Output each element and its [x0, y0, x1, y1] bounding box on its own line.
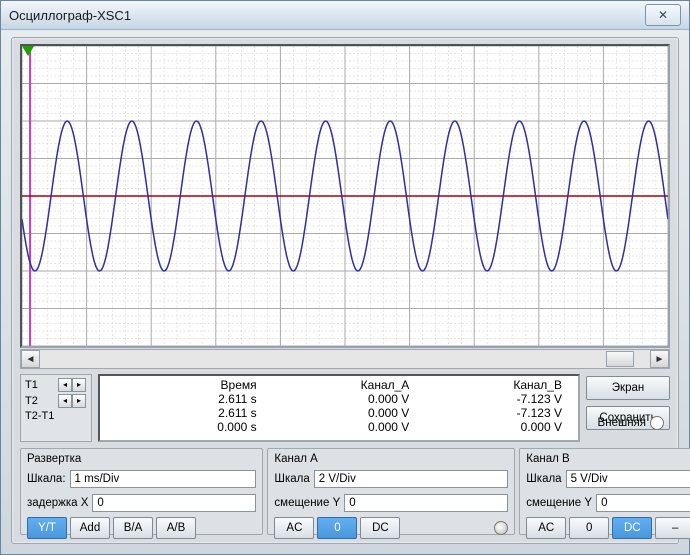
timebase-scale-label: Шкала:: [27, 473, 66, 485]
table-row: 2.611 s 0.000 V -7.123 V: [110, 406, 568, 420]
col-chB: Канал_B: [415, 378, 568, 392]
chan-a-probe-dial[interactable]: [494, 521, 508, 535]
cursor-dt-label: T2-T1: [25, 410, 55, 422]
col-chA: Канал_A: [263, 378, 416, 392]
t1-right-button[interactable]: ▸: [72, 378, 86, 392]
mode-yt-button[interactable]: Y/T: [27, 517, 67, 539]
radio-icon: [650, 416, 664, 430]
window-title: Осциллограф-XSC1: [9, 8, 645, 23]
chan-b-offset-input[interactable]: [596, 494, 690, 512]
mode-add-button[interactable]: Add: [70, 517, 110, 539]
horizontal-scrollbar[interactable]: ◄ ►: [20, 349, 670, 369]
oscilloscope-window: Осциллограф-XSC1 ✕ ◄ ► T1 ◂▸ T2 ◂: [0, 0, 690, 555]
table-header-row: Время Канал_A Канал_B: [110, 378, 568, 392]
channel-a-panel: Канал A Шкала смещение Y AC 0 DC: [267, 448, 515, 535]
chan-b-offset-label: смещение Y: [526, 497, 592, 509]
chan-a-offset-label: смещение Y: [274, 497, 340, 509]
timebase-delay-input[interactable]: [92, 494, 256, 512]
scroll-track[interactable]: [40, 351, 650, 367]
chan-b-invert-button[interactable]: –: [655, 517, 690, 539]
t2-left-button[interactable]: ◂: [58, 394, 72, 408]
chan-a-offset-input[interactable]: [344, 494, 508, 512]
cursor-t2-label: T2: [25, 395, 55, 407]
cursor-t1-label: T1: [25, 379, 55, 391]
chan-a-zero-button[interactable]: 0: [317, 517, 357, 539]
t1-left-button[interactable]: ◂: [58, 378, 72, 392]
scope-display[interactable]: [20, 44, 670, 348]
cursor-controls: T1 ◂▸ T2 ◂▸ T2-T1: [20, 374, 92, 442]
chan-b-scale-label: Шкала: [526, 473, 561, 485]
timebase-scale-input[interactable]: [70, 470, 257, 488]
chan-b-scale-input[interactable]: [566, 470, 690, 488]
t2-right-button[interactable]: ▸: [72, 394, 86, 408]
close-icon: ✕: [658, 8, 668, 22]
chan-a-title: Канал A: [274, 453, 508, 465]
chan-b-ac-button[interactable]: AC: [526, 517, 566, 539]
mode-ab-button[interactable]: A/B: [156, 517, 196, 539]
screen-button[interactable]: Экран: [586, 376, 670, 400]
chan-a-dc-button[interactable]: DC: [360, 517, 400, 539]
table-row: 2.611 s 0.000 V -7.123 V: [110, 392, 568, 406]
readout-area: T1 ◂▸ T2 ◂▸ T2-T1 Время Канал_A Канал_B: [20, 374, 670, 442]
measurement-table: Время Канал_A Канал_B 2.611 s 0.000 V -7…: [98, 374, 580, 442]
chan-b-title: Канал B: [526, 453, 690, 465]
scroll-left-button[interactable]: ◄: [21, 350, 40, 368]
chan-b-zero-button[interactable]: 0: [569, 517, 609, 539]
title-bar[interactable]: Осциллограф-XSC1 ✕: [1, 1, 689, 30]
timebase-panel: Развертка Шкала: задержка X Y/T Add B/A …: [20, 448, 263, 535]
mode-ba-button[interactable]: B/A: [113, 517, 153, 539]
chan-a-ac-button[interactable]: AC: [274, 517, 314, 539]
scroll-right-button[interactable]: ►: [650, 350, 669, 368]
external-trigger-option[interactable]: Внешняя: [598, 416, 664, 430]
chan-a-scale-input[interactable]: [314, 470, 509, 488]
scope-canvas: [22, 46, 668, 346]
external-label: Внешняя: [598, 417, 646, 429]
chan-b-dc-button[interactable]: DC: [612, 517, 652, 539]
control-panels: Развертка Шкала: задержка X Y/T Add B/A …: [20, 448, 670, 535]
close-button[interactable]: ✕: [645, 4, 681, 26]
side-buttons: Экран Сохранить: [586, 374, 670, 442]
col-time: Время: [110, 378, 263, 392]
instrument-panel: ◄ ► T1 ◂▸ T2 ◂▸ T2-T1: [11, 37, 679, 544]
timebase-title: Развертка: [27, 453, 256, 465]
timebase-delay-label: задержка X: [27, 497, 88, 509]
chan-a-scale-label: Шкала: [274, 473, 309, 485]
channel-b-panel: Канал B Шкала смещение Y AC 0 DC –: [519, 448, 690, 535]
scroll-thumb[interactable]: [606, 351, 634, 367]
table-row: 0.000 s 0.000 V 0.000 V: [110, 420, 568, 434]
